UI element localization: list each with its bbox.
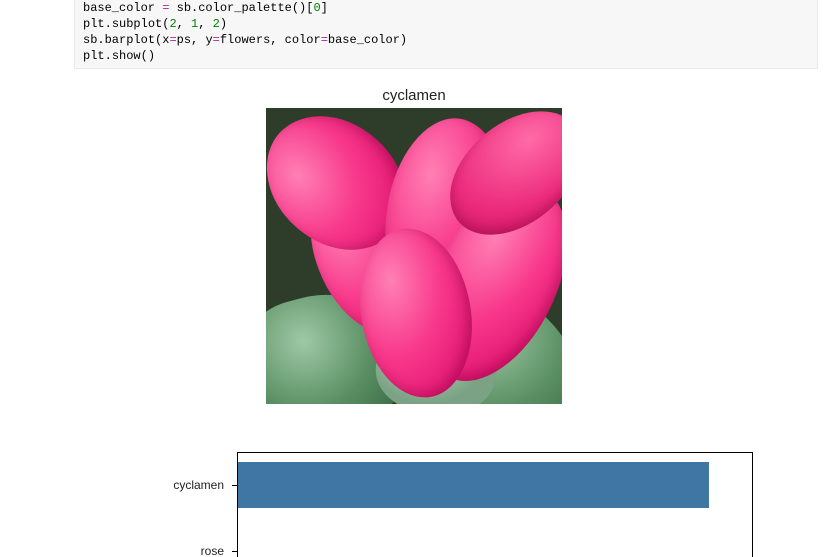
code-line-2: plt.subplot(2, 1, 2)	[83, 17, 227, 31]
ytick-label-0: cyclamen	[173, 478, 232, 492]
output-area: cyclamen cyclamen rose	[0, 69, 828, 557]
barchart: cyclamen rose	[74, 452, 754, 557]
code-line-3: sb.barplot(x=ps, y=flowers, color=base_c…	[83, 33, 407, 47]
code-line-4: plt.show()	[83, 49, 155, 63]
ytick	[232, 551, 237, 552]
flower-image	[266, 108, 562, 404]
ytick	[232, 485, 237, 486]
code-line-1: base_color = sb.color_palette()[0]	[83, 1, 328, 15]
image-title: cyclamen	[382, 87, 445, 104]
ytick-label-1: rose	[201, 544, 232, 557]
bar-0	[238, 462, 709, 508]
code-cell: base_color = sb.color_palette()[0] plt.s…	[74, 0, 818, 69]
